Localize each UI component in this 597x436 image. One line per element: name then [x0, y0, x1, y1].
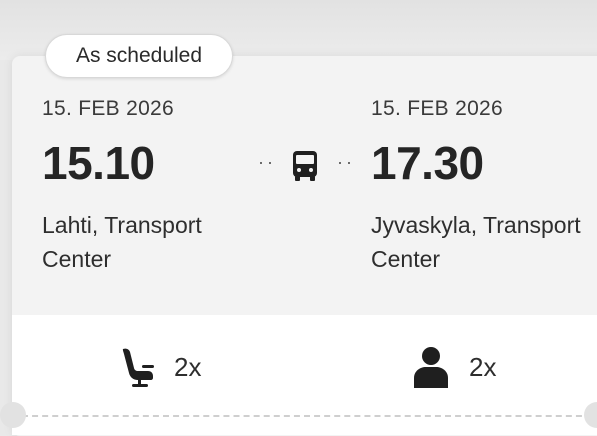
arrival-date: 15. FEB 2026 — [371, 97, 504, 120]
ticket-notch-left — [0, 402, 26, 428]
departure-time: 15.10 — [42, 137, 155, 189]
connector-dots-right: ·· — [337, 152, 355, 172]
passenger-count-label: 2x — [469, 351, 497, 382]
connector-dots-left: ·· — [258, 152, 276, 172]
status-badge: As scheduled — [45, 34, 233, 78]
seat-count: 2x — [118, 345, 201, 389]
ticket-tear-line — [22, 415, 592, 417]
arrival-time: 17.30 — [371, 137, 484, 189]
departure-place: Lahti, Transport Center — [42, 212, 202, 272]
status-label: As scheduled — [75, 44, 203, 67]
seat-count-label: 2x — [174, 351, 202, 382]
arrival-place: Jyvaskyla, Transport Center — [371, 212, 581, 272]
bus-icon — [293, 151, 317, 181]
passenger-count: 2x — [411, 345, 496, 389]
seat-icon — [122, 348, 154, 387]
person-icon — [414, 347, 448, 388]
arrival-info: 15. FEB 2026 17.30 Jyvaskyla, Transport … — [371, 96, 586, 276]
departure-date: 15. FEB 2026 — [42, 97, 175, 120]
booking-summary-panel — [12, 315, 597, 435]
departure-info: 15. FEB 2026 15.10 Lahti, Transport Cent… — [42, 96, 272, 276]
